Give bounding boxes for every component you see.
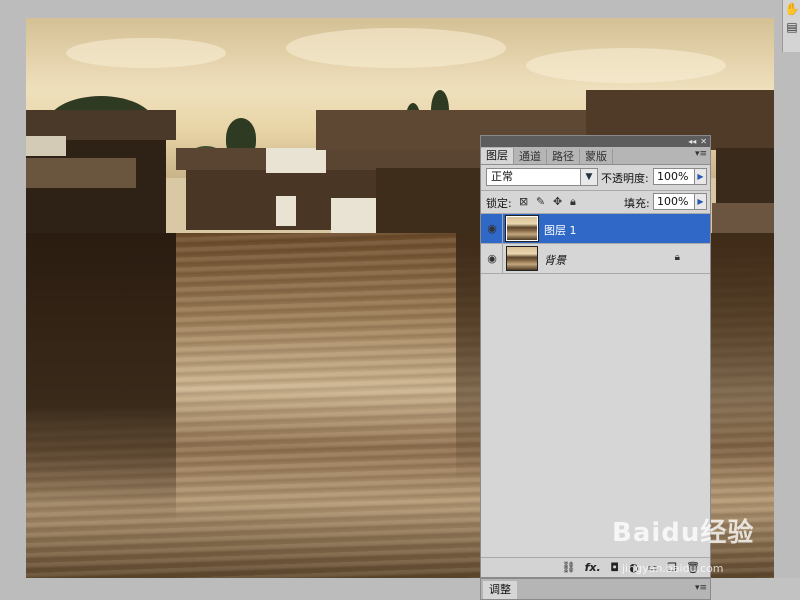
fill-input[interactable]: 100% <box>653 193 695 210</box>
adjust-panel: 调整 ▾≡ <box>480 578 711 600</box>
panel-menu-icon[interactable]: ▾≡ <box>695 149 707 159</box>
photo-wall <box>276 196 296 226</box>
lock-label: 锁定: <box>486 197 512 210</box>
blend-mode-value: 正常 <box>491 170 513 183</box>
fill-label: 填充: <box>624 197 650 210</box>
panel-menu-icon[interactable]: ▾≡ <box>695 583 707 593</box>
link-icon[interactable]: ⛓ <box>562 561 576 574</box>
layer-name[interactable]: 图层 1 <box>544 222 577 238</box>
blend-mode-select[interactable]: 正常 ▼ <box>486 168 598 186</box>
opacity-slider-toggle[interactable]: ▶ <box>694 168 707 185</box>
layer-name[interactable]: 背景 <box>544 252 566 268</box>
divider <box>502 244 503 274</box>
tab-paths[interactable]: 路径 <box>547 149 580 164</box>
layer-thumbnail <box>506 246 538 271</box>
close-icon[interactable]: ✕ <box>700 136 707 147</box>
photo-wall <box>26 136 66 156</box>
layer-row-background[interactable]: ◉ 背景 🔒︎ <box>481 244 710 274</box>
collapse-icon[interactable]: ◂◂ <box>688 136 696 147</box>
status-strip <box>711 578 800 600</box>
tab-channels[interactable]: 通道 <box>514 149 547 164</box>
lock-paint-icon[interactable]: ✎ <box>536 195 545 208</box>
opacity-input[interactable]: 100% <box>653 168 695 185</box>
panel-titlebar: ◂◂ ✕ <box>481 136 710 147</box>
panel-tabs: 图层 通道 路径 蒙版 ▾≡ <box>481 147 710 165</box>
divider <box>481 190 710 191</box>
lock-icon: 🔒︎ <box>674 252 680 263</box>
mask-icon[interactable]: ◘ <box>610 561 620 574</box>
lock-transparent-icon[interactable]: ⊠ <box>519 195 528 208</box>
divider <box>502 214 503 244</box>
hand-icon[interactable]: ✋ <box>783 0 800 18</box>
eye-icon[interactable]: ◉ <box>485 252 499 266</box>
photo-roof <box>176 148 496 170</box>
opacity-label: 不透明度: <box>601 172 649 185</box>
photo-roof <box>26 158 136 188</box>
photo-reflection <box>26 233 176 523</box>
watermark-logo: Baidu经验 <box>612 518 755 548</box>
photo-wall <box>266 148 326 173</box>
panel-icon[interactable]: ▤ <box>783 18 800 36</box>
layer-row-layer1[interactable]: ◉ 图层 1 <box>481 214 710 244</box>
tab-layers[interactable]: 图层 <box>481 148 514 164</box>
tool-strip: ✋ ▤ <box>782 0 800 52</box>
lock-all-icon[interactable]: 🔒︎ <box>570 195 576 209</box>
lock-position-icon[interactable]: ✥ <box>553 195 562 208</box>
fill-slider-toggle[interactable]: ▶ <box>694 193 707 210</box>
tab-masks[interactable]: 蒙版 <box>580 149 613 164</box>
fx-icon[interactable]: fx. <box>585 561 601 574</box>
layer-thumbnail <box>505 215 539 242</box>
chevron-down-icon[interactable]: ▼ <box>580 169 597 185</box>
watermark-url: jingyan.baidu.com <box>622 562 724 575</box>
tab-adjustments[interactable]: 调整 <box>483 581 517 599</box>
eye-icon[interactable]: ◉ <box>485 222 499 236</box>
